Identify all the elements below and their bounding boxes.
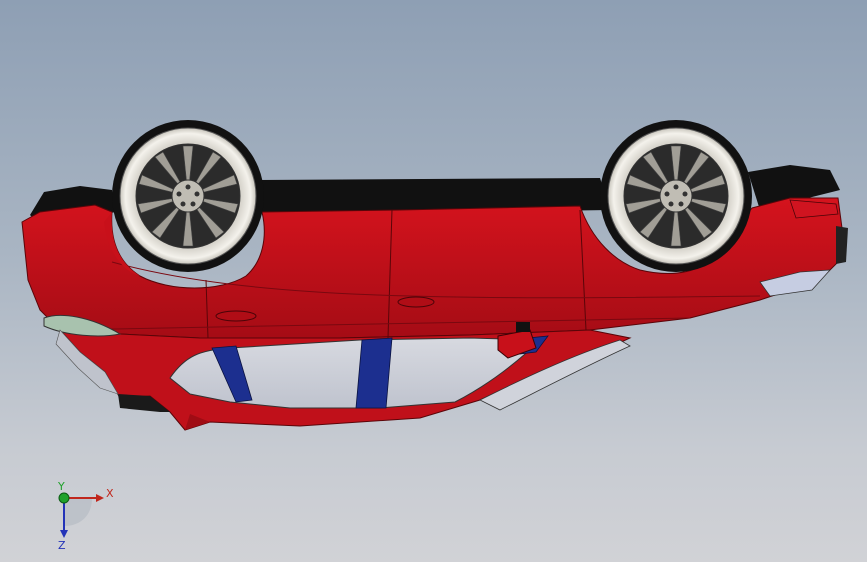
y-axis-icon [58,492,70,504]
b-pillar [355,337,393,409]
triad-shadow [64,498,92,526]
mirror-base [516,322,530,332]
z-axis-label: Z [58,539,66,550]
rear-grille [836,226,848,264]
reference-triad[interactable]: X Y Z [40,480,120,550]
car-model[interactable] [0,0,867,562]
front-wheel [112,120,264,272]
graphics-viewport[interactable]: X Y Z [0,0,867,562]
y-axis-label: Y [57,480,65,493]
rear-wheel [600,120,752,272]
door-handle-front [215,310,257,322]
door-handle-rear [397,296,435,308]
x-axis-label: X [106,487,114,500]
